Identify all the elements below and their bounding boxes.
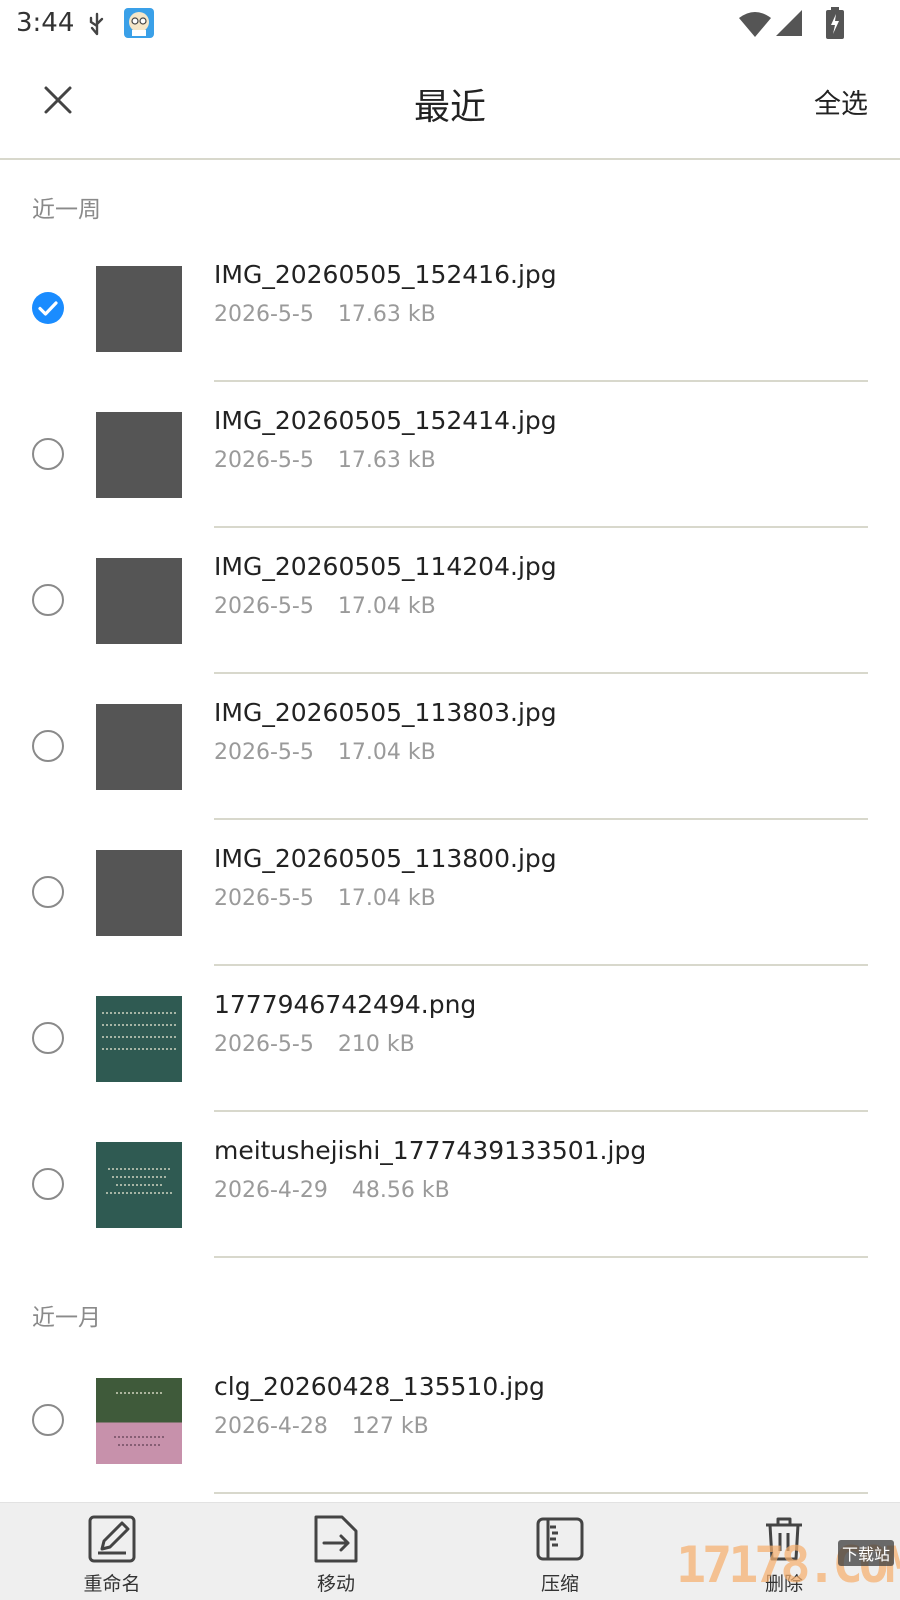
file-date: 2026-5-5 bbox=[214, 1032, 314, 1057]
file-row[interactable]: 1777946742494.png 2026-5-5 210 kB bbox=[0, 966, 900, 1112]
file-row[interactable]: IMG_20260505_113803.jpg 2026-5-5 17.04 kB bbox=[0, 674, 900, 820]
file-date: 2026-5-5 bbox=[214, 740, 314, 765]
file-size: 17.04 kB bbox=[337, 594, 436, 619]
selection-radio[interactable] bbox=[32, 1404, 64, 1436]
file-thumbnail bbox=[96, 266, 182, 352]
rename-icon bbox=[88, 1515, 136, 1563]
file-row[interactable]: IMG_20260505_152416.jpg 2026-5-5 17.63 kB bbox=[0, 236, 900, 382]
file-meta: 2026-5-5 17.04 kB bbox=[214, 740, 436, 765]
selection-radio[interactable] bbox=[32, 730, 64, 762]
file-size: 48.56 kB bbox=[351, 1178, 450, 1203]
rename-button[interactable]: 重命名 bbox=[52, 1513, 172, 1597]
file-thumbnail bbox=[96, 850, 182, 936]
file-size: 127 kB bbox=[351, 1414, 429, 1439]
file-meta: 2026-4-28 127 kB bbox=[214, 1414, 429, 1439]
watermark: 17178.COM 下载站 bbox=[676, 1536, 900, 1598]
selection-radio[interactable] bbox=[32, 1022, 64, 1054]
file-row[interactable]: IMG_20260505_114204.jpg 2026-5-5 17.04 kB bbox=[0, 528, 900, 674]
file-date: 2026-5-5 bbox=[214, 302, 314, 327]
selection-radio[interactable] bbox=[32, 292, 64, 324]
file-meta: 2026-4-29 48.56 kB bbox=[214, 1178, 450, 1203]
row-divider bbox=[214, 1256, 868, 1258]
file-name: meitushejishi_1777439133501.jpg bbox=[214, 1136, 647, 1165]
file-size: 17.04 kB bbox=[337, 740, 436, 765]
file-date: 2026-4-28 bbox=[214, 1414, 328, 1439]
file-name: IMG_20260505_113803.jpg bbox=[214, 698, 557, 727]
file-date: 2026-5-5 bbox=[214, 886, 314, 911]
section-header-month: 近一月 bbox=[32, 1305, 101, 1331]
file-name: IMG_20260505_152414.jpg bbox=[214, 406, 557, 435]
app-notification-icon bbox=[124, 8, 154, 38]
checkmark-icon bbox=[38, 301, 58, 316]
close-button[interactable] bbox=[30, 72, 86, 128]
selection-radio[interactable] bbox=[32, 584, 64, 616]
file-thumbnail bbox=[96, 704, 182, 790]
file-size: 17.63 kB bbox=[337, 448, 436, 473]
file-row[interactable]: clg_20260428_135510.jpg 2026-4-28 127 kB bbox=[0, 1348, 900, 1494]
file-meta: 2026-5-5 17.04 kB bbox=[214, 886, 436, 911]
status-time: 3:44 bbox=[16, 8, 75, 38]
selection-radio[interactable] bbox=[32, 1168, 64, 1200]
file-meta: 2026-5-5 17.04 kB bbox=[214, 594, 436, 619]
file-name: IMG_20260505_113800.jpg bbox=[214, 844, 557, 873]
rename-label: 重命名 bbox=[83, 1573, 141, 1595]
page-title: 最近 bbox=[413, 87, 486, 128]
row-divider bbox=[214, 1492, 868, 1494]
file-thumbnail bbox=[96, 1142, 182, 1228]
file-row[interactable]: IMG_20260505_113800.jpg 2026-5-5 17.04 kB bbox=[0, 820, 900, 966]
compress-icon bbox=[536, 1517, 584, 1561]
file-size: 17.63 kB bbox=[337, 302, 436, 327]
wifi-icon bbox=[739, 12, 771, 37]
usb-debug-icon bbox=[89, 12, 104, 36]
file-size: 210 kB bbox=[337, 1032, 415, 1057]
section-header-week: 近一周 bbox=[32, 197, 101, 223]
file-thumbnail bbox=[96, 558, 182, 644]
compress-label: 压缩 bbox=[540, 1573, 579, 1595]
selection-radio[interactable] bbox=[32, 438, 64, 470]
compress-button[interactable]: 压缩 bbox=[500, 1513, 620, 1597]
file-name: clg_20260428_135510.jpg bbox=[214, 1372, 545, 1401]
file-name: IMG_20260505_114204.jpg bbox=[214, 552, 557, 581]
file-thumbnail bbox=[96, 1378, 182, 1464]
status-bar: 3:44 bbox=[0, 0, 900, 48]
file-row[interactable]: meitushejishi_1777439133501.jpg 2026-4-2… bbox=[0, 1112, 900, 1258]
file-name: IMG_20260505_152416.jpg bbox=[214, 260, 557, 289]
file-size: 17.04 kB bbox=[337, 886, 436, 911]
file-date: 2026-4-29 bbox=[214, 1178, 328, 1203]
file-row[interactable]: IMG_20260505_152414.jpg 2026-5-5 17.63 kB bbox=[0, 382, 900, 528]
file-meta: 2026-5-5 17.63 kB bbox=[214, 302, 436, 327]
watermark-tag: 下载站 bbox=[837, 1540, 894, 1566]
file-date: 2026-5-5 bbox=[214, 594, 314, 619]
file-name: 1777946742494.png bbox=[214, 990, 477, 1019]
file-thumbnail bbox=[96, 412, 182, 498]
cell-signal-icon bbox=[776, 10, 802, 36]
file-thumbnail bbox=[96, 996, 182, 1082]
select-all-button[interactable]: 全选 bbox=[814, 82, 868, 121]
file-meta: 2026-5-5 17.63 kB bbox=[214, 448, 436, 473]
move-label: 移动 bbox=[316, 1573, 355, 1595]
selection-radio[interactable] bbox=[32, 876, 64, 908]
file-date: 2026-5-5 bbox=[214, 448, 314, 473]
file-meta: 2026-5-5 210 kB bbox=[214, 1032, 415, 1057]
top-bar: 最近 全选 bbox=[0, 48, 900, 160]
move-button[interactable]: 移动 bbox=[276, 1513, 396, 1597]
close-icon bbox=[44, 86, 72, 114]
battery-charging-icon bbox=[826, 7, 844, 39]
move-icon bbox=[314, 1515, 358, 1563]
